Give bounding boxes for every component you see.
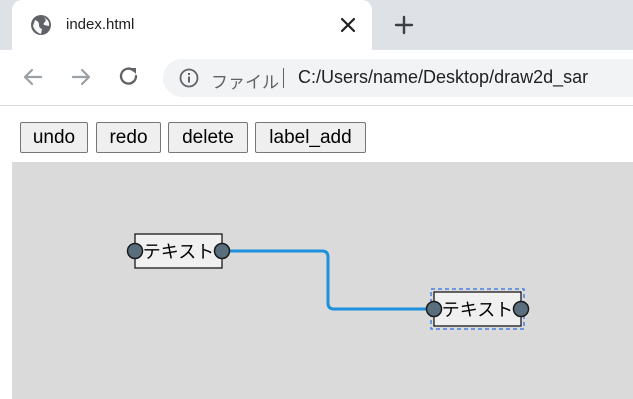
undo-button[interactable]: undo [20,122,88,153]
input-port[interactable] [126,242,144,260]
url-text[interactable]: C:/Users/name/Desktop/draw2d_sar [298,67,588,88]
text-node[interactable]: テキスト [126,233,231,269]
info-icon[interactable] [179,68,199,88]
draw2d-canvas[interactable]: テキスト テキスト [12,162,633,399]
tab-title: index.html [66,16,135,33]
browser-toolbar: ファイル C:/Users/name/Desktop/draw2d_sar [0,50,633,106]
globe-icon [31,15,51,35]
node-label: テキスト [442,300,513,321]
close-icon[interactable] [336,13,360,37]
delete-button[interactable]: delete [168,122,248,153]
redo-button[interactable]: redo [96,122,161,153]
address-separator [283,68,284,88]
browser-tab-strip: index.html [0,0,633,50]
canvas-svg: テキスト テキスト [126,233,530,330]
output-port[interactable] [213,242,231,260]
reload-icon[interactable] [116,64,142,90]
node-label: テキスト [143,242,214,263]
scheme-label: ファイル [211,73,279,93]
arrow-right-icon[interactable] [68,64,94,90]
text-node-selected[interactable]: テキスト [425,288,530,330]
input-port[interactable] [425,300,443,318]
label-add-button[interactable]: label_add [255,122,366,153]
arrow-left-icon[interactable] [20,64,46,90]
connection-line[interactable] [222,249,434,311]
browser-tab[interactable]: index.html [12,0,372,50]
address-bar[interactable]: ファイル C:/Users/name/Desktop/draw2d_sar [163,59,633,97]
output-port[interactable] [512,300,530,318]
plus-icon[interactable] [392,13,416,37]
